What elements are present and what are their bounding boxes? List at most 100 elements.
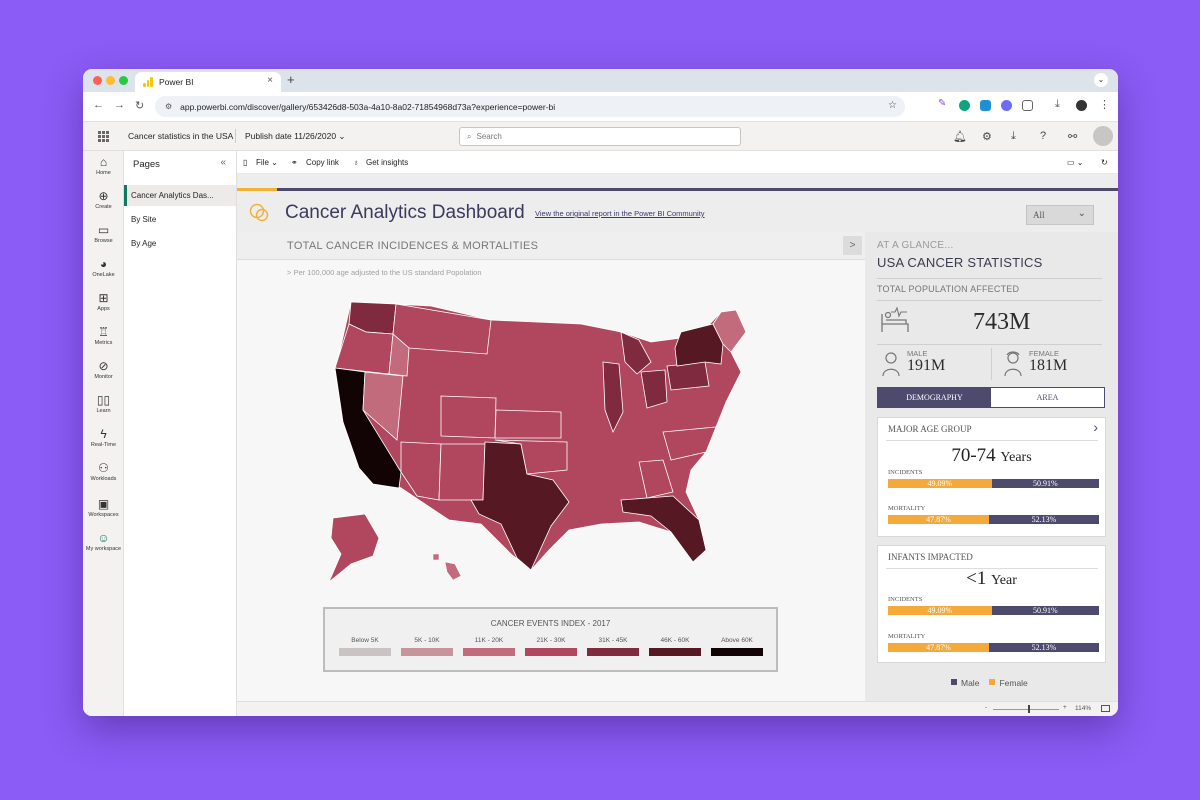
app-launcher-icon[interactable] [98,131,109,142]
view-mode-icon[interactable]: ▭ ⌄ [1067,158,1083,167]
back-icon[interactable]: ← [93,99,104,111]
page-item-cancer-analytics[interactable]: Cancer Analytics Das... [124,185,236,206]
chevron-right-icon[interactable]: › [1093,419,1098,435]
page-item-by-age[interactable]: By Age [124,233,236,254]
nav-item-browse[interactable]: ▭ Browse [83,223,124,244]
browser-tab[interactable]: Power BI × [135,72,281,92]
divider [877,344,1102,345]
nav-item-metrics[interactable]: ♖ Metrics [83,325,124,346]
card-title: MAJOR AGE GROUP [888,424,972,434]
file-menu[interactable]: File ⌄ [256,158,278,167]
monitor-icon: ⊘ [98,359,109,373]
tab-area[interactable]: AREA [991,388,1104,407]
download-icon[interactable]: ⤓ [1011,130,1016,143]
address-bar[interactable]: ⚙ app.powerbi.com/discover/gallery/65342… [155,96,905,117]
state-pennsylvania [666,361,710,391]
filter-dropdown[interactable]: All ⌄ [1026,205,1094,225]
tab-demography[interactable]: DEMOGRAPHY [878,388,991,407]
chat-extension-icon[interactable] [959,100,970,111]
nav-item-create[interactable]: ⊕ Create [83,189,124,210]
incidents-bar: 49.09% 50.91% [888,606,1099,615]
legend-female-label: Female [999,678,1028,688]
nav-label: Real-Time [90,442,117,448]
incidents-label: INCIDENTS [888,596,923,603]
chrome-menu-icon[interactable]: ⋮ [1099,98,1110,111]
forward-icon[interactable]: → [114,99,125,111]
gear-extension-icon[interactable] [1001,100,1012,111]
zoom-out-button[interactable]: - [985,704,987,711]
nav-item-monitor[interactable]: ⊘ Monitor [83,359,124,380]
status-bar: - + 114% [237,701,1118,716]
get-insights-button[interactable]: Get insights [366,158,408,167]
site-info-icon[interactable]: ⚙ [165,102,172,111]
divider [886,440,1098,441]
nav-item-onelake[interactable]: ◕ OneLake [83,257,124,278]
male-doctor-icon [882,352,900,377]
url-text: app.powerbi.com/discover/gallery/653426d… [180,101,556,112]
download-icon[interactable]: ⤓ [1055,98,1060,111]
maximize-window-button[interactable] [119,76,128,85]
chevron-down-icon: ⌄ [1077,208,1086,219]
state-kansas [494,409,562,439]
original-report-link[interactable]: View the original report in the Power BI… [535,209,705,218]
copy-link-button[interactable]: Copy link [306,158,339,167]
nav-item-apps[interactable]: ⊞ Apps [83,291,124,312]
us-choropleth-map[interactable] [321,292,797,592]
nav-item-workloads[interactable]: ⚇ Workloads [83,461,124,482]
home-icon: ⌂ [99,155,108,169]
reload-icon[interactable]: ↻ [135,99,144,112]
pen-extension-icon[interactable]: ✎ [938,98,949,109]
zoom-in-button[interactable]: + [1063,704,1067,711]
population-label: TOTAL POPULATION AFFECTED [877,284,1020,294]
report-name[interactable]: Cancer statistics in the USA [128,131,233,141]
settings-icon[interactable]: ⚙ [982,130,992,143]
publish-date-dropdown[interactable]: Publish date 11/26/2020 ⌄ [245,131,346,142]
tab-close-icon[interactable]: × [267,75,273,86]
legend-item: Above 60K [711,637,763,656]
legend-swatch [401,648,453,656]
nav-item-workspaces[interactable]: ▣ Workspaces [83,497,124,518]
zoom-slider-thumb[interactable] [1028,705,1030,713]
female-share: 47.87% [888,515,989,524]
bookmark-star-icon[interactable]: ☆ [888,100,897,111]
page-item-by-site[interactable]: By Site [124,209,236,230]
nav-item-home[interactable]: ⌂ Home [83,155,124,176]
state-hawaii [432,553,462,581]
female-share: 47.87% [888,643,989,652]
report-toolbar: ▯ File ⌄ ⚭ Copy link ♁ Get insights ▭ ⌄ … [237,151,1118,174]
help-icon[interactable]: ? [1040,130,1046,142]
male-value: 191M [907,357,946,374]
tab-search-button[interactable]: ⌄ [1094,73,1108,87]
female-value: 181M [1029,357,1068,374]
age-value: 70-74 [951,445,996,466]
search-input[interactable]: ⌕ Search [459,127,741,146]
chevron-right-icon[interactable]: > [843,236,862,255]
lightbulb-icon: ♁ [353,158,359,167]
fit-to-page-icon[interactable] [1101,705,1110,712]
collapse-pages-icon[interactable]: « [220,157,226,168]
legend-item: 11K - 20K [463,637,515,656]
share-icon[interactable]: ⚯ [1068,130,1077,143]
legend-item: 21K - 30K [525,637,577,656]
zoom-slider-track[interactable] [993,709,1059,710]
close-window-button[interactable] [93,76,102,85]
nav-item-learn[interactable]: ▯▯ Learn [83,393,124,414]
notifications-icon[interactable]: 🔔︎ [953,130,967,143]
nav-label: Browse [94,238,113,244]
avatar[interactable] [1093,126,1113,146]
male-share: 50.91% [991,606,1099,615]
profile-icon[interactable] [1076,100,1087,111]
new-tab-button[interactable]: + [287,72,295,87]
legend-item: 5K - 10K [401,637,453,656]
puzzle-extensions-icon[interactable] [1022,100,1033,111]
minimize-window-button[interactable] [106,76,115,85]
nav-item-my-workspace[interactable]: ☺ My workspace [83,531,124,552]
nav-item-real-time[interactable]: ϟ Real-Time [83,427,124,448]
workloads-icon: ⚇ [98,461,109,475]
divider [877,300,1102,301]
browse-icon: ▭ [97,223,110,237]
male-swatch [951,679,957,685]
legend-item: 31K - 45K [587,637,639,656]
m-extension-icon[interactable] [980,100,991,111]
refresh-icon[interactable]: ↻ [1101,158,1108,167]
